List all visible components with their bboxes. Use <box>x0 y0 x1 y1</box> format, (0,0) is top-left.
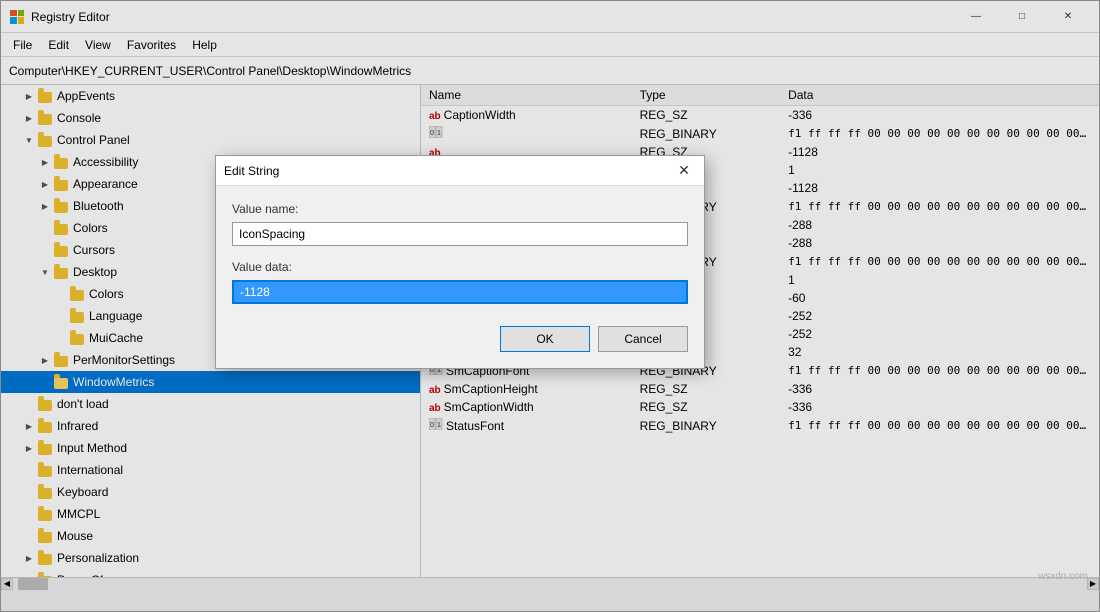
value-name-input[interactable] <box>232 222 688 246</box>
value-data-input[interactable] <box>232 280 688 304</box>
cancel-button[interactable]: Cancel <box>598 326 688 352</box>
watermark: wsxdn.com <box>1038 571 1088 582</box>
dialog-buttons: OK Cancel <box>232 326 688 352</box>
dialog-body: Value name: Value data: OK Cancel <box>216 186 704 368</box>
dialog-title-bar: Edit String ✕ <box>216 156 704 186</box>
dialog-title: Edit String <box>224 164 672 178</box>
edit-string-dialog: Edit String ✕ Value name: Value data: OK… <box>215 155 705 369</box>
dialog-close-button[interactable]: ✕ <box>672 159 696 183</box>
modal-overlay: Edit String ✕ Value name: Value data: OK… <box>0 0 1100 612</box>
value-data-label: Value data: <box>232 260 688 274</box>
ok-button[interactable]: OK <box>500 326 590 352</box>
value-name-label: Value name: <box>232 202 688 216</box>
